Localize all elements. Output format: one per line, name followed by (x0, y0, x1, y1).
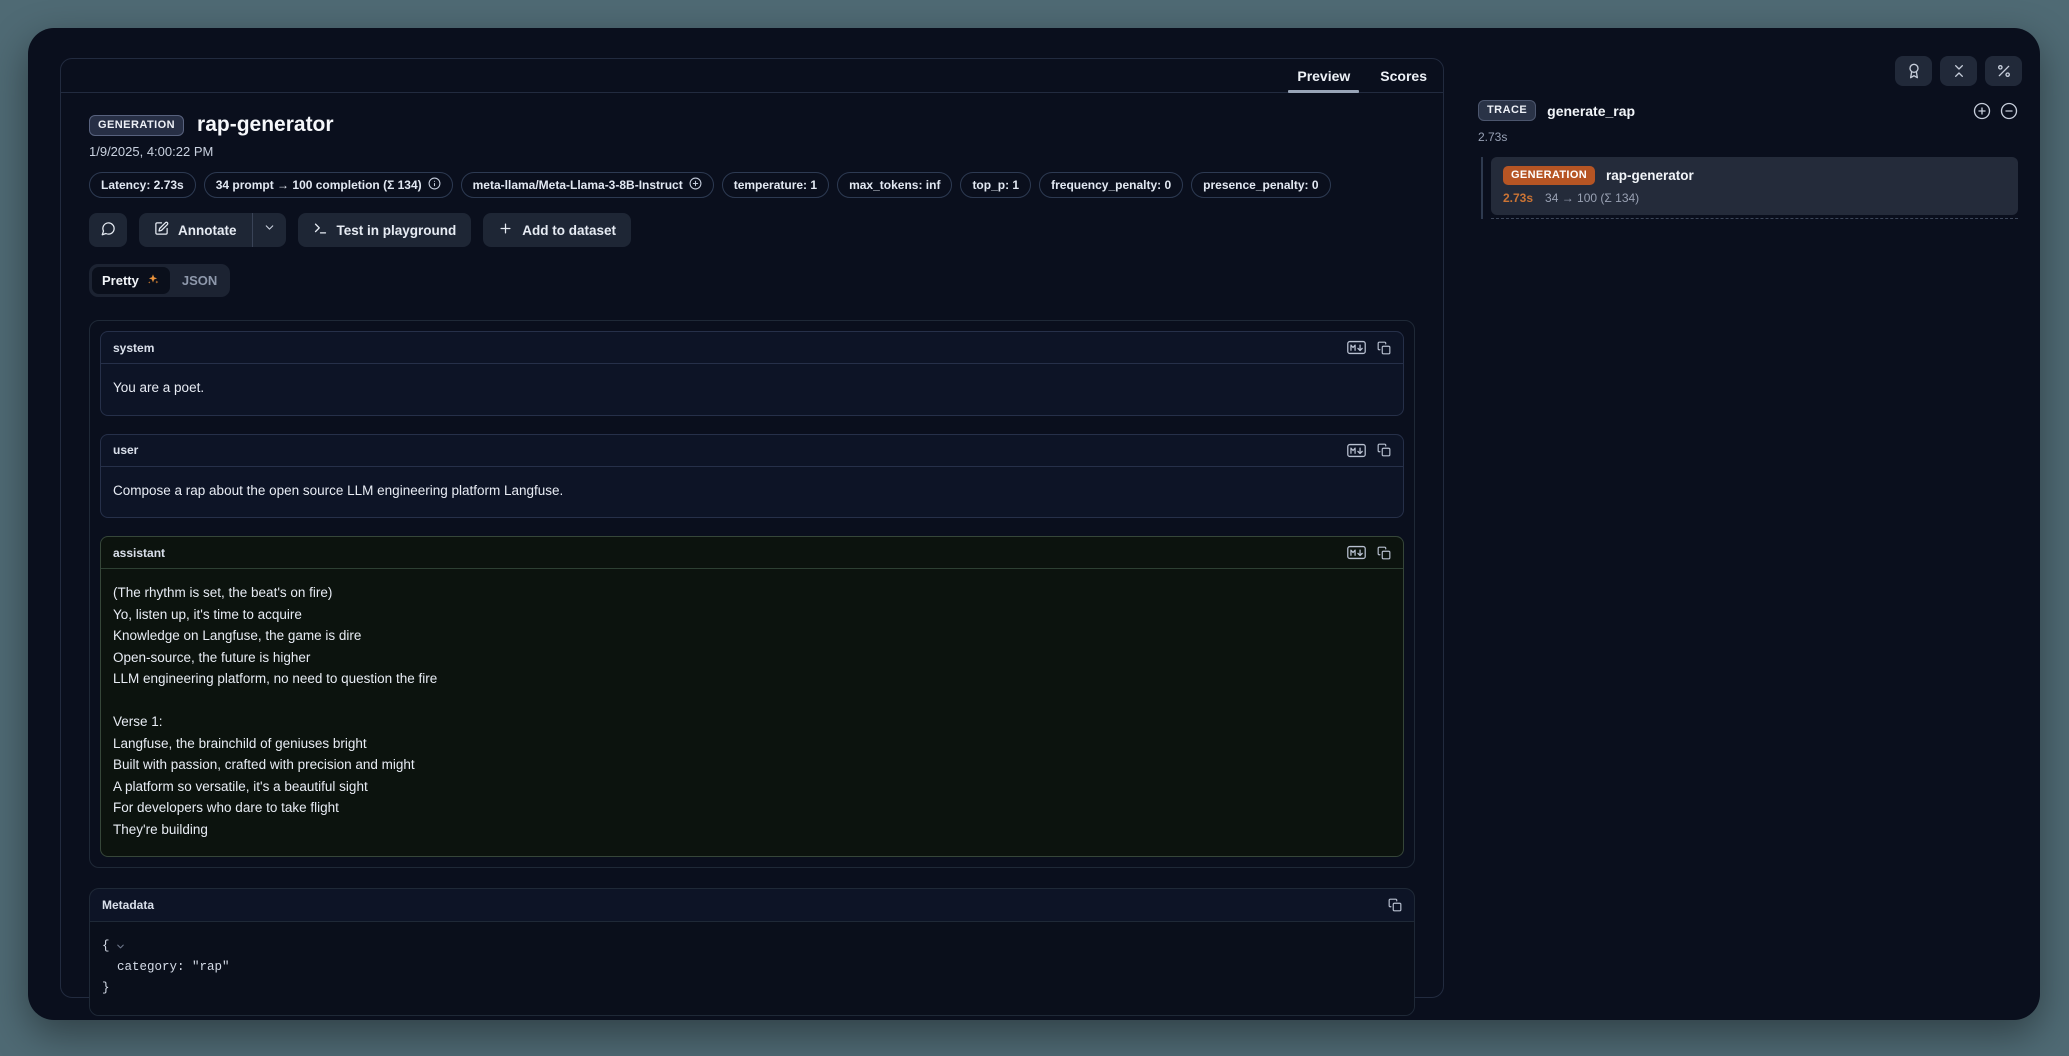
plus-icon (498, 221, 513, 239)
node-latency: 2.73s (1503, 191, 1533, 205)
trace-latency: 2.73s (1478, 130, 2018, 144)
observation-header: GENERATION rap-generator (89, 113, 1415, 137)
collapse-all-icon[interactable] (2000, 102, 2018, 120)
fold-vertical-icon[interactable] (1940, 56, 1977, 86)
copy-icon[interactable] (1377, 546, 1391, 560)
window-toolbar (1895, 56, 2022, 86)
observation-timestamp: 1/9/2025, 4:00:22 PM (89, 144, 1415, 159)
collapse-chevron-icon[interactable] (115, 941, 126, 952)
metadata-title: Metadata (102, 898, 154, 912)
generation-type-badge: GENERATION (89, 115, 184, 136)
metadata-json: { category: "rap" } (90, 922, 1414, 1015)
action-buttons-row: Annotate Test in playground Add to datas… (89, 213, 1415, 247)
presence-penalty-badge: presence_penalty: 0 (1191, 172, 1330, 198)
node-name: rap-generator (1606, 168, 1694, 183)
award-icon[interactable] (1895, 56, 1932, 86)
annotate-dropdown-button[interactable] (252, 213, 286, 247)
copy-icon[interactable] (1377, 341, 1391, 355)
markdown-toggle-icon[interactable] (1347, 340, 1366, 355)
copy-icon[interactable] (1388, 898, 1402, 912)
trace-type-badge: TRACE (1478, 100, 1536, 121)
temperature-badge: temperature: 1 (722, 172, 829, 198)
annotate-button[interactable]: Annotate (139, 213, 252, 247)
system-message-panel: system You are a poet. (100, 331, 1404, 416)
sparkles-icon (146, 272, 160, 289)
system-message-content: You are a poet. (101, 364, 1403, 415)
comments-button[interactable] (89, 213, 127, 247)
preview-tabs-bar: Preview Scores (61, 59, 1443, 93)
role-label: system (113, 341, 154, 355)
trace-name[interactable]: generate_rap (1547, 103, 1635, 119)
trace-tree-sidebar: TRACE generate_rap 2.73s GENERATION rap-… (1478, 100, 2018, 219)
expand-all-icon[interactable] (1973, 102, 1991, 120)
markdown-toggle-icon[interactable] (1347, 545, 1366, 560)
assistant-message-content: (The rhythm is set, the beat's on fire) … (101, 569, 1403, 856)
node-token-usage: 34 → 100 (Σ 134) (1545, 191, 1639, 205)
pretty-json-toggle: Pretty JSON (89, 264, 230, 297)
messages-container: system You are a poet. user (89, 320, 1415, 868)
assistant-message-panel: assistant (The rhythm is set, the beat's… (100, 536, 1404, 857)
test-in-playground-button[interactable]: Test in playground (298, 213, 472, 247)
role-label: assistant (113, 546, 165, 560)
user-message-content: Compose a rap about the open source LLM … (101, 467, 1403, 518)
token-usage-badge: 34 prompt → 100 completion (Σ 134) (204, 172, 453, 198)
tree-guide-line (1481, 157, 1491, 219)
add-to-dataset-button[interactable]: Add to dataset (483, 213, 631, 247)
terminal-icon (313, 221, 328, 239)
latency-badge: Latency: 2.73s (89, 172, 196, 198)
app-window: Preview Scores GENERATION rap-generator … (28, 28, 2040, 1020)
top-p-badge: top_p: 1 (960, 172, 1031, 198)
tree-node-rap-generator[interactable]: GENERATION rap-generator 2.73s 34 → 100 … (1491, 157, 2018, 215)
model-badge[interactable]: meta-llama/Meta-Llama-3-8B-Instruct (461, 172, 714, 198)
generation-type-badge: GENERATION (1503, 166, 1595, 185)
toggle-pretty[interactable]: Pretty (92, 267, 170, 294)
annotate-split-button: Annotate (139, 213, 286, 247)
markdown-toggle-icon[interactable] (1347, 443, 1366, 458)
max-tokens-badge: max_tokens: inf (837, 172, 952, 198)
trace-header-row: TRACE generate_rap (1478, 100, 2018, 121)
observation-detail: GENERATION rap-generator 1/9/2025, 4:00:… (61, 93, 1443, 1016)
chevron-down-icon (263, 221, 276, 239)
copy-icon[interactable] (1377, 443, 1391, 457)
comment-icon (101, 221, 116, 239)
frequency-penalty-badge: frequency_penalty: 0 (1039, 172, 1183, 198)
info-icon[interactable] (428, 177, 441, 193)
metadata-panel: Metadata { category: "rap" } (89, 888, 1415, 1016)
observation-badges: Latency: 2.73s 34 prompt → 100 completio… (89, 172, 1415, 198)
edit-icon (154, 221, 169, 239)
role-label: user (113, 443, 138, 457)
tab-scores[interactable]: Scores (1380, 59, 1427, 92)
observation-preview-panel: Preview Scores GENERATION rap-generator … (60, 58, 1444, 998)
plus-circle-icon[interactable] (689, 177, 702, 193)
page-title: rap-generator (197, 113, 334, 137)
tab-preview[interactable]: Preview (1297, 59, 1350, 92)
tree-dashed-divider (1491, 218, 2018, 219)
toggle-json[interactable]: JSON (172, 267, 227, 294)
percent-icon[interactable] (1985, 56, 2022, 86)
user-message-panel: user Compose a rap about the open source… (100, 434, 1404, 519)
trace-tree: GENERATION rap-generator 2.73s 34 → 100 … (1478, 157, 2018, 219)
